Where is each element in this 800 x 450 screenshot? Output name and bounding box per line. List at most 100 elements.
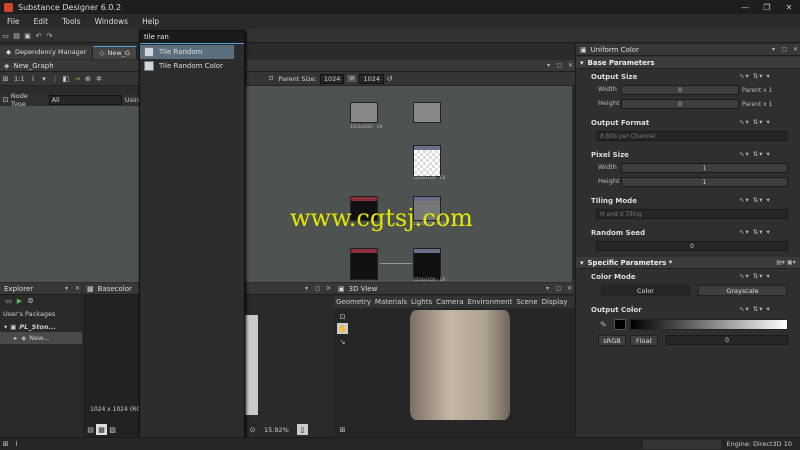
color-picker-icon[interactable]: ✎	[600, 320, 607, 329]
param-options-icon[interactable]: ∿▾ ⇅▾ ▾	[739, 118, 771, 126]
reset-icon[interactable]: ↺	[384, 73, 395, 84]
view3d-menu-camera[interactable]: Camera	[434, 298, 465, 306]
tab-dependency-manager[interactable]: ◆ Dependency Manager	[0, 45, 94, 59]
close-panel-icon[interactable]: ✕	[565, 285, 574, 292]
float-icon[interactable]: ▢	[554, 285, 563, 292]
pixel-height-slider[interactable]: 1	[621, 177, 788, 187]
panel-menu-icon[interactable]: ▾	[543, 285, 552, 292]
color-mode-grayscale-button[interactable]: Grayscale	[698, 285, 787, 296]
explorer-new-icon[interactable]: ▭	[3, 296, 14, 307]
color-mode-color-button[interactable]: Color	[601, 285, 690, 296]
color-space-button[interactable]: sRGB	[598, 335, 626, 346]
view3d-menu-environment[interactable]: Environment	[466, 298, 515, 306]
search-result-tile-random-color[interactable]: Tile Random Color	[140, 59, 234, 73]
close-panel-icon[interactable]: ✕	[324, 285, 333, 292]
view3d-menu-geometry[interactable]: Geometry	[334, 298, 373, 306]
graph-node[interactable]	[413, 145, 441, 177]
param-options-icon[interactable]: ∿▾ ⇅▾ ▾	[739, 72, 771, 80]
output-height-slider[interactable]: 0	[621, 99, 739, 109]
info-icon[interactable]: i	[27, 73, 38, 84]
search-result-tile-random[interactable]: Tile Random	[140, 45, 234, 59]
color-icon[interactable]: ▨	[107, 424, 118, 435]
collapse-icon[interactable]: ▾	[580, 259, 584, 267]
output-height-mode[interactable]: Parent x 1	[742, 101, 772, 108]
zoom-icon[interactable]: ⊙	[247, 424, 258, 435]
random-seed-slider[interactable]: 0	[596, 241, 788, 251]
checker-icon[interactable]: ▦	[96, 424, 107, 435]
size-select[interactable]: 1024	[359, 73, 384, 84]
tool-icon[interactable]: ⚙	[25, 296, 36, 307]
view3d-menu-lights[interactable]: Lights	[409, 298, 434, 306]
redo-icon[interactable]: ↷	[44, 30, 55, 41]
menu-tools[interactable]: Tools	[55, 17, 87, 26]
open-icon[interactable]: ▤	[11, 30, 22, 41]
param-options-icon[interactable]: ∿▾ ⇅▾ ▾	[739, 272, 771, 280]
float-icon[interactable]: ▢	[780, 46, 789, 53]
param-options-icon[interactable]: ∿▾ ⇅▾ ▾	[739, 228, 771, 236]
link-icon[interactable]: ⇢	[71, 73, 82, 84]
filter-icon[interactable]: ⊡	[0, 95, 11, 106]
node-search-input[interactable]: tile ran	[140, 31, 244, 44]
graph-item-row[interactable]: ▸ ◈ New...	[0, 332, 82, 344]
menu-edit[interactable]: Edit	[27, 17, 56, 26]
collapse-icon[interactable]: ▾	[580, 59, 584, 67]
color-swatch[interactable]	[614, 319, 626, 330]
view3d-menu-materials[interactable]: Materials	[373, 298, 409, 306]
node-type-select[interactable]: All	[48, 95, 122, 105]
new-icon[interactable]: ▭	[0, 30, 11, 41]
frame-icon[interactable]: ◧	[60, 73, 71, 84]
menu-windows[interactable]: Windows	[88, 17, 135, 26]
output-width-slider[interactable]: 0	[621, 85, 739, 95]
close-panel-icon[interactable]: ✕	[566, 62, 575, 69]
specific-parameters-section[interactable]: ▾ Specific Parameters * ▤▾ ▣▾	[576, 257, 800, 269]
param-options-icon[interactable]: ∿▾ ⇅▾ ▾	[739, 150, 771, 158]
minimize-icon[interactable]: —	[734, 3, 756, 12]
align-icon[interactable]: ⋮	[49, 73, 60, 84]
menu-help[interactable]: Help	[135, 17, 166, 26]
graph-node[interactable]	[350, 102, 378, 123]
chevron-down-icon[interactable]: ▾	[38, 73, 49, 84]
graph-node[interactable]	[413, 102, 441, 123]
pixel-width-slider[interactable]: 1	[621, 163, 788, 173]
pan-icon[interactable]: ✋	[337, 323, 348, 334]
restore-icon[interactable]: ❐	[756, 3, 778, 12]
parent-size-select[interactable]: 1024	[319, 73, 345, 84]
view3d-viewport[interactable]: ⊡ ✋ ↘ ⊞	[334, 308, 574, 437]
camera-icon[interactable]: ⊡	[337, 311, 348, 322]
close-panel-icon[interactable]: ✕	[73, 285, 82, 292]
panel-menu-icon[interactable]: ▾	[302, 285, 311, 292]
undo-icon[interactable]: ↶	[33, 30, 44, 41]
float-type-button[interactable]: Float	[630, 335, 658, 346]
output-width-mode[interactable]: Parent x 1	[742, 87, 772, 94]
float-icon[interactable]: ▢	[313, 285, 322, 292]
package-row[interactable]: ▾ ▣ PL_Ston...	[0, 321, 82, 332]
view3d-menu-display[interactable]: Display	[540, 298, 570, 306]
panel-menu-icon[interactable]: ▾	[769, 46, 778, 53]
fit-icon[interactable]: ▯	[296, 424, 308, 435]
panel-menu-icon[interactable]: ▾	[62, 285, 71, 292]
view3d-menu-scene[interactable]: Scene	[514, 298, 539, 306]
status-settings-icon[interactable]: ⊞	[0, 439, 11, 450]
param-options-icon[interactable]: ∿▾ ⇅▾ ▾	[739, 196, 771, 204]
graph-node[interactable]	[413, 248, 441, 280]
rotate-icon[interactable]: ↘	[337, 336, 348, 347]
expand-icon[interactable]: ▾	[4, 323, 7, 331]
menu-file[interactable]: File	[0, 17, 27, 26]
graph-node[interactable]	[350, 248, 378, 280]
float-icon[interactable]: ▢	[555, 62, 564, 69]
output-color-value-field[interactable]: 0	[666, 335, 788, 345]
settings-gear-icon[interactable]: ✲	[93, 73, 104, 84]
view3d-settings-icon[interactable]: ⊞	[337, 424, 348, 435]
grid-icon[interactable]: ⊞	[0, 73, 11, 84]
channels-icon[interactable]: ▤	[85, 424, 96, 435]
graph-canvas[interactable]: 1024x1024 - C8 1024x1024 - C8 1024x1024 …	[245, 86, 572, 282]
section-options-icon[interactable]: ▤▾ ▣▾	[772, 259, 800, 266]
zoom-ratio[interactable]: 1:1	[14, 75, 24, 83]
close-icon[interactable]: ✕	[778, 3, 800, 12]
close-panel-icon[interactable]: ✕	[791, 46, 800, 53]
play-icon[interactable]: ▶	[14, 296, 25, 307]
param-options-icon[interactable]: ∿▾ ⇅▾ ▾	[739, 305, 771, 313]
lock-icon[interactable]: ⊘	[347, 75, 357, 82]
status-info-icon[interactable]: i	[11, 439, 22, 450]
save-icon[interactable]: ▣	[22, 30, 33, 41]
